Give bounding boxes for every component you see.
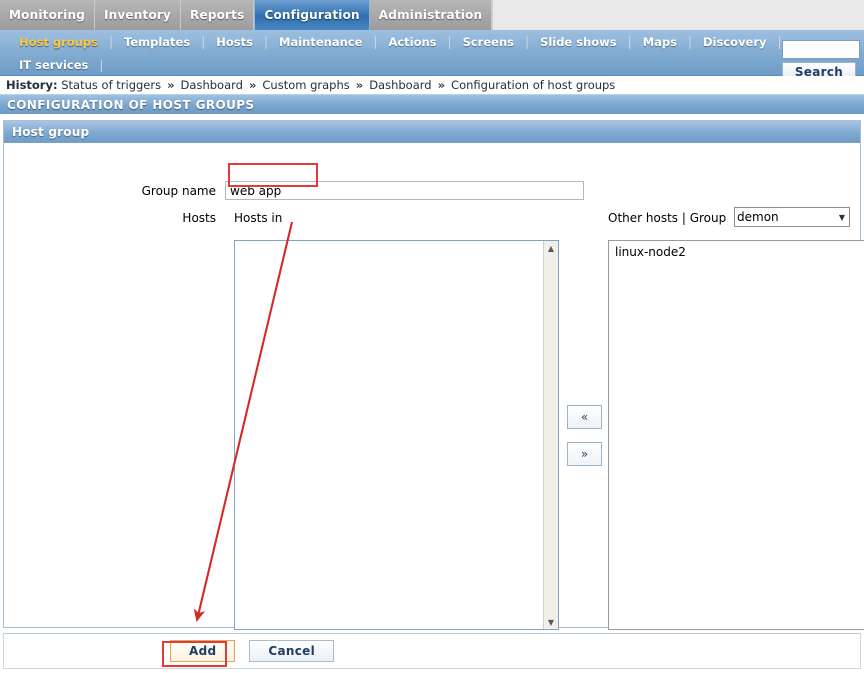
primary-nav-administration[interactable]: Administration [369, 0, 493, 30]
secondary-nav-host-groups[interactable]: Host groups [8, 35, 109, 49]
secondary-nav-separator: | [201, 34, 206, 49]
secondary-nav-separator: | [99, 57, 104, 72]
page-root: Monitoring Inventory Reports Configuration A… [0, 0, 864, 673]
breadcrumb-item[interactable]: Dashboard [369, 78, 431, 92]
panel-title: Host group [4, 121, 860, 143]
breadcrumb-item[interactable]: Status of triggers [61, 78, 161, 92]
breadcrumb-separator: » [244, 78, 261, 92]
hosts-in-listbox[interactable]: ▲ ▼ [234, 240, 559, 630]
breadcrumb-item[interactable]: Dashboard [181, 78, 243, 92]
secondary-nav-separator: | [777, 34, 782, 49]
secondary-nav-separator: | [108, 34, 113, 49]
other-hosts-item[interactable]: linux-node2 [613, 244, 864, 260]
primary-nav-filler [492, 0, 864, 30]
secondary-nav-maintenance[interactable]: Maintenance [268, 35, 373, 49]
secondary-nav-templates[interactable]: Templates [113, 35, 201, 49]
add-button[interactable]: Add [170, 640, 236, 662]
secondary-navigation: Host groups | Templates | Hosts | Maintenance |… [0, 30, 864, 76]
hosts-in-items[interactable] [235, 241, 543, 629]
secondary-nav-actions[interactable]: Actions [377, 35, 447, 49]
other-hosts-label: Other hosts | Group [608, 211, 727, 225]
move-right-button[interactable]: » [567, 442, 602, 466]
breadcrumb-label: History: [6, 78, 58, 92]
group-name-input[interactable] [225, 181, 584, 200]
group-filter-value: demon [737, 210, 779, 224]
secondary-nav-it-services[interactable]: IT services [8, 58, 99, 72]
page-title: CONFIGURATION OF HOST GROUPS [0, 94, 864, 114]
secondary-nav-separator: | [447, 34, 452, 49]
secondary-nav-separator: | [373, 34, 378, 49]
group-name-label: Group name [141, 183, 216, 198]
search-input[interactable] [782, 40, 860, 59]
breadcrumb-separator: » [163, 78, 179, 92]
cancel-button[interactable]: Cancel [249, 640, 334, 662]
secondary-nav-separator: | [263, 34, 268, 49]
group-name-row: Group name [4, 181, 860, 200]
move-left-button[interactable]: « [567, 405, 602, 429]
secondary-nav-separator: | [627, 34, 632, 49]
primary-nav-inventory[interactable]: Inventory [95, 0, 182, 30]
hosts-in-scrollbar[interactable]: ▲ ▼ [543, 241, 558, 629]
host-group-panel: Host group Group name Hosts Hosts in ▲ ▼… [3, 120, 864, 630]
secondary-nav-screens[interactable]: Screens [452, 35, 525, 49]
breadcrumb-item[interactable]: Configuration of host groups [451, 78, 615, 92]
secondary-nav-hosts[interactable]: Hosts [205, 35, 264, 49]
other-hosts-listbox[interactable]: linux-node2 [608, 240, 864, 630]
panel-body: Group name Hosts Hosts in ▲ ▼ « » Other … [4, 143, 864, 630]
secondary-nav-discovery[interactable]: Discovery [692, 35, 778, 49]
secondary-nav-separator: | [524, 34, 530, 49]
scroll-down-icon[interactable]: ▼ [544, 615, 558, 629]
secondary-nav-row-1: Host groups | Templates | Hosts | Maintenance |… [0, 30, 864, 53]
transfer-buttons: « » [567, 405, 602, 466]
primary-navigation: Monitoring Inventory Reports Configuration A… [0, 0, 864, 30]
secondary-nav-slide-shows[interactable]: Slide shows [529, 35, 628, 49]
secondary-nav-row-2: IT services | [0, 53, 864, 76]
scroll-up-icon[interactable]: ▲ [544, 241, 558, 255]
primary-nav-list: Monitoring Inventory Reports Configuration A… [0, 0, 864, 30]
breadcrumb-crumbs: Status of triggers » Dashboard » Custom … [61, 78, 615, 92]
breadcrumb-separator: » [351, 78, 368, 92]
secondary-nav-separator: | [687, 34, 693, 49]
secondary-nav-maps[interactable]: Maps [632, 35, 688, 49]
breadcrumb-separator: » [433, 78, 450, 92]
breadcrumb-item[interactable]: Custom graphs [262, 78, 349, 92]
chevron-down-icon: ▼ [838, 212, 845, 222]
hosts-in-label: Hosts in [234, 211, 283, 225]
group-filter-select[interactable]: demon ▼ [734, 207, 850, 227]
hosts-label: Hosts [182, 211, 216, 225]
breadcrumb: History: Status of triggers » Dashboard … [0, 76, 864, 94]
primary-nav-reports[interactable]: Reports [181, 0, 255, 30]
other-hosts-items[interactable]: linux-node2 [613, 244, 864, 260]
primary-nav-monitoring[interactable]: Monitoring [0, 0, 95, 30]
form-actions: Add Cancel [3, 633, 861, 669]
primary-nav-configuration[interactable]: Configuration [254, 0, 370, 30]
